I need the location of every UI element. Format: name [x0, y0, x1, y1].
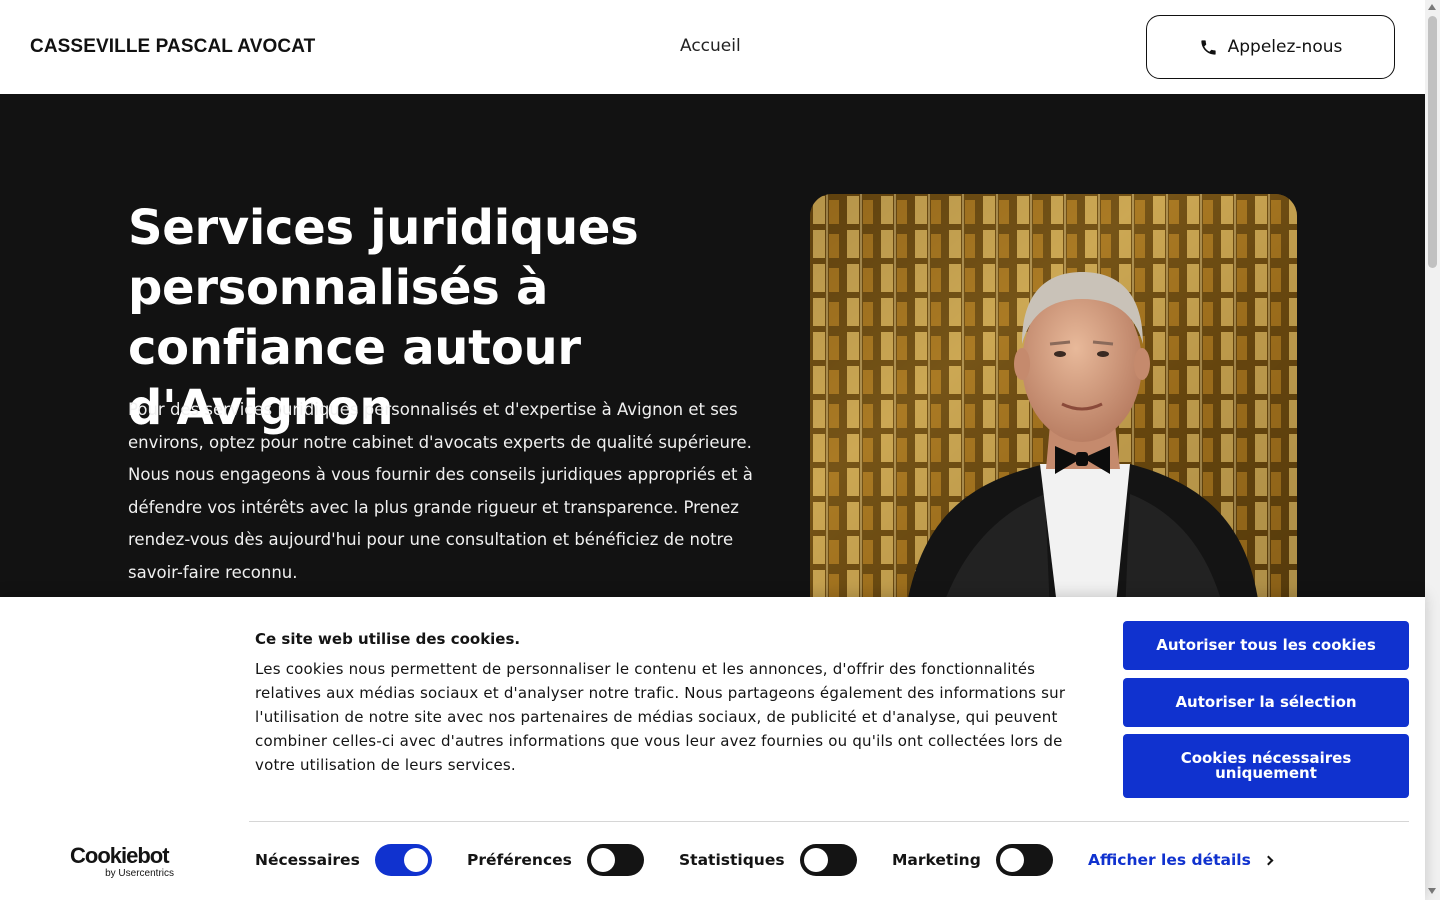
- show-details-label: Afficher les détails: [1088, 851, 1251, 869]
- toggle-marketing-switch[interactable]: [995, 844, 1053, 876]
- phone-icon: [1201, 39, 1216, 55]
- page-scrollbar[interactable]: [1425, 0, 1440, 900]
- toggle-preferences-switch[interactable]: [586, 844, 644, 876]
- hero-description: Pour des services juridiques personnalis…: [128, 400, 753, 582]
- toggle-marketing: Marketing: [892, 844, 1053, 876]
- cookie-title: Ce site web utilise des cookies.: [255, 630, 521, 648]
- necessary-cookies-only-button[interactable]: Cookies nécessaires uniquement: [1123, 734, 1409, 798]
- cookie-consent-banner: Ce site web utilise des cookies. Les coo…: [0, 597, 1425, 900]
- allow-selection-button[interactable]: Autoriser la sélection: [1123, 678, 1409, 727]
- cookiebot-logo-subtext: by Usercentrics: [105, 868, 174, 879]
- brand-name[interactable]: CASSEVILLE PASCAL AVOCAT: [30, 36, 315, 58]
- cookie-divider: [249, 821, 1409, 822]
- allow-all-cookies-button[interactable]: Autoriser tous les cookies: [1123, 621, 1409, 670]
- cookiebot-logo[interactable]: Cookiebot by Usercentrics: [70, 843, 174, 880]
- toggle-knob: [403, 848, 428, 872]
- scroll-up-arrow-icon[interactable]: [1428, 4, 1436, 10]
- toggle-knob: [590, 848, 615, 872]
- scrollbar-thumb[interactable]: [1428, 16, 1437, 268]
- toggle-preferences: Préférences: [467, 844, 644, 876]
- scroll-down-arrow-icon[interactable]: [1428, 888, 1436, 894]
- hero-section: Services juridiques personnalisés à conf…: [0, 94, 1425, 604]
- portrait-illustration: [810, 194, 1297, 604]
- call-button[interactable]: Appelez-nous: [1146, 15, 1395, 79]
- cookie-description: Les cookies nous permettent de personnal…: [255, 660, 1066, 774]
- toggle-necessary-switch[interactable]: [374, 844, 432, 876]
- nav-link-accueil[interactable]: Accueil: [680, 36, 741, 56]
- toggle-preferences-label: Préférences: [467, 851, 572, 869]
- cookiebot-logo-text: Cookiebot: [70, 843, 170, 868]
- show-details-link[interactable]: Afficher les détails: [1088, 851, 1274, 869]
- call-button-label: Appelez-nous: [1227, 37, 1343, 57]
- toggle-necessary: Nécessaires: [255, 844, 432, 876]
- toggle-knob: [999, 848, 1024, 872]
- toggle-statistics-label: Statistiques: [679, 851, 785, 869]
- chevron-right-icon: [1263, 855, 1274, 866]
- toggle-knob: [803, 848, 828, 872]
- toggle-necessary-label: Nécessaires: [255, 851, 360, 869]
- site-header: CASSEVILLE PASCAL AVOCAT Accueil Appelez…: [0, 0, 1425, 94]
- toggle-statistics-switch[interactable]: [799, 844, 857, 876]
- lawyer-portrait-image: [810, 194, 1297, 604]
- toggle-statistics: Statistiques: [679, 844, 857, 876]
- toggle-marketing-label: Marketing: [892, 851, 981, 869]
